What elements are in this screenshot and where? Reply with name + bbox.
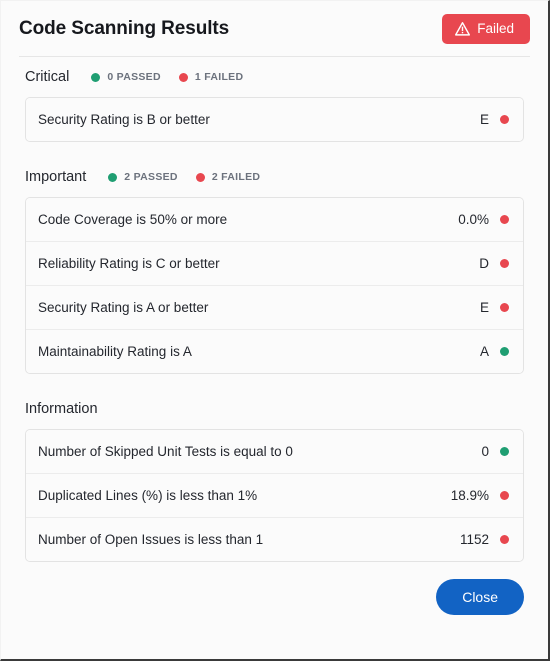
section-counts: 2 PASSED 2 FAILED [108, 171, 260, 183]
condition-label: Number of Open Issues is less than 1 [38, 532, 264, 547]
sections-container: Critical 0 PASSED 1 FAILED Security Rati… [1, 57, 548, 562]
count-failed-label: 2 FAILED [211, 171, 261, 183]
condition-result: 18.9% [451, 488, 509, 503]
count-passed: 2 PASSED [108, 171, 178, 183]
count-passed: 0 PASSED [91, 71, 161, 83]
condition-value: 0 [481, 444, 489, 459]
warning-triangle-icon [455, 21, 471, 36]
status-dot-icon [500, 491, 509, 500]
status-dot-icon [500, 303, 509, 312]
table-row[interactable]: Number of Skipped Unit Tests is equal to… [26, 430, 523, 473]
condition-label: Security Rating is B or better [38, 112, 210, 127]
condition-label: Duplicated Lines (%) is less than 1% [38, 488, 258, 503]
status-dot-icon [500, 259, 509, 268]
condition-label: Maintainability Rating is A [38, 344, 192, 359]
table-row[interactable]: Security Rating is B or better E [26, 98, 523, 141]
page-title: Code Scanning Results [19, 17, 230, 39]
condition-value: E [479, 112, 489, 127]
count-failed: 2 FAILED [195, 171, 261, 183]
section-header: Information [25, 389, 524, 429]
condition-value: 0.0% [458, 212, 489, 227]
status-badge-failed[interactable]: Failed [442, 13, 530, 44]
status-dot-icon [500, 347, 509, 356]
status-dot-icon [500, 215, 509, 224]
table-row[interactable]: Duplicated Lines (%) is less than 1% 18.… [26, 473, 523, 517]
conditions-card: Code Coverage is 50% or more 0.0% Reliab… [25, 197, 524, 374]
condition-label: Reliability Rating is C or better [38, 256, 220, 271]
condition-value: A [479, 344, 489, 359]
passed-dot-icon [91, 72, 101, 82]
close-button[interactable]: Close [436, 579, 524, 615]
section-critical: Critical 0 PASSED 1 FAILED Security Rati… [25, 57, 524, 142]
count-passed-label: 0 PASSED [107, 71, 161, 83]
condition-result: 1152 [460, 532, 509, 547]
table-row[interactable]: Number of Open Issues is less than 1 115… [26, 517, 523, 561]
section-title: Critical [25, 69, 70, 85]
table-row[interactable]: Reliability Rating is C or better D [26, 241, 523, 285]
conditions-card: Security Rating is B or better E [25, 97, 524, 142]
condition-value: 18.9% [450, 488, 489, 503]
section-header: Important 2 PASSED 2 FAILED [25, 157, 524, 197]
table-row[interactable]: Code Coverage is 50% or more 0.0% [26, 198, 523, 241]
condition-value: E [479, 300, 489, 315]
condition-result: E [480, 300, 509, 315]
condition-label: Security Rating is A or better [38, 300, 209, 315]
table-row[interactable]: Security Rating is A or better E [26, 285, 523, 329]
failed-dot-icon [178, 72, 188, 82]
table-row[interactable]: Maintainability Rating is A A [26, 329, 523, 373]
passed-dot-icon [108, 172, 118, 182]
dialog-header: Code Scanning Results Failed [1, 1, 548, 56]
condition-result: 0.0% [458, 212, 509, 227]
count-passed-label: 2 PASSED [124, 171, 178, 183]
condition-label: Number of Skipped Unit Tests is equal to… [38, 444, 293, 459]
section-counts: 0 PASSED 1 FAILED [91, 71, 243, 83]
conditions-card: Number of Skipped Unit Tests is equal to… [25, 429, 524, 562]
condition-result: 0 [481, 444, 509, 459]
section-header: Critical 0 PASSED 1 FAILED [25, 57, 524, 97]
section-important: Important 2 PASSED 2 FAILED Code Coverag… [25, 157, 524, 374]
section-title: Information [25, 401, 98, 417]
status-dot-icon [500, 115, 509, 124]
count-failed-label: 1 FAILED [194, 71, 244, 83]
section-information: Information Number of Skipped Unit Tests… [25, 389, 524, 562]
condition-result: A [480, 344, 509, 359]
condition-result: E [480, 112, 509, 127]
code-scanning-results-dialog: Code Scanning Results Failed Critical 0 … [0, 0, 550, 661]
condition-value: 1152 [459, 532, 489, 547]
condition-value: D [479, 256, 489, 271]
section-title: Important [25, 169, 87, 185]
condition-label: Code Coverage is 50% or more [38, 212, 228, 227]
status-dot-icon [500, 535, 509, 544]
status-badge-label: Failed [477, 20, 514, 36]
count-failed: 1 FAILED [178, 71, 244, 83]
dialog-footer: Close [1, 562, 548, 615]
failed-dot-icon [195, 172, 205, 182]
condition-result: D [479, 256, 509, 271]
status-dot-icon [500, 447, 509, 456]
